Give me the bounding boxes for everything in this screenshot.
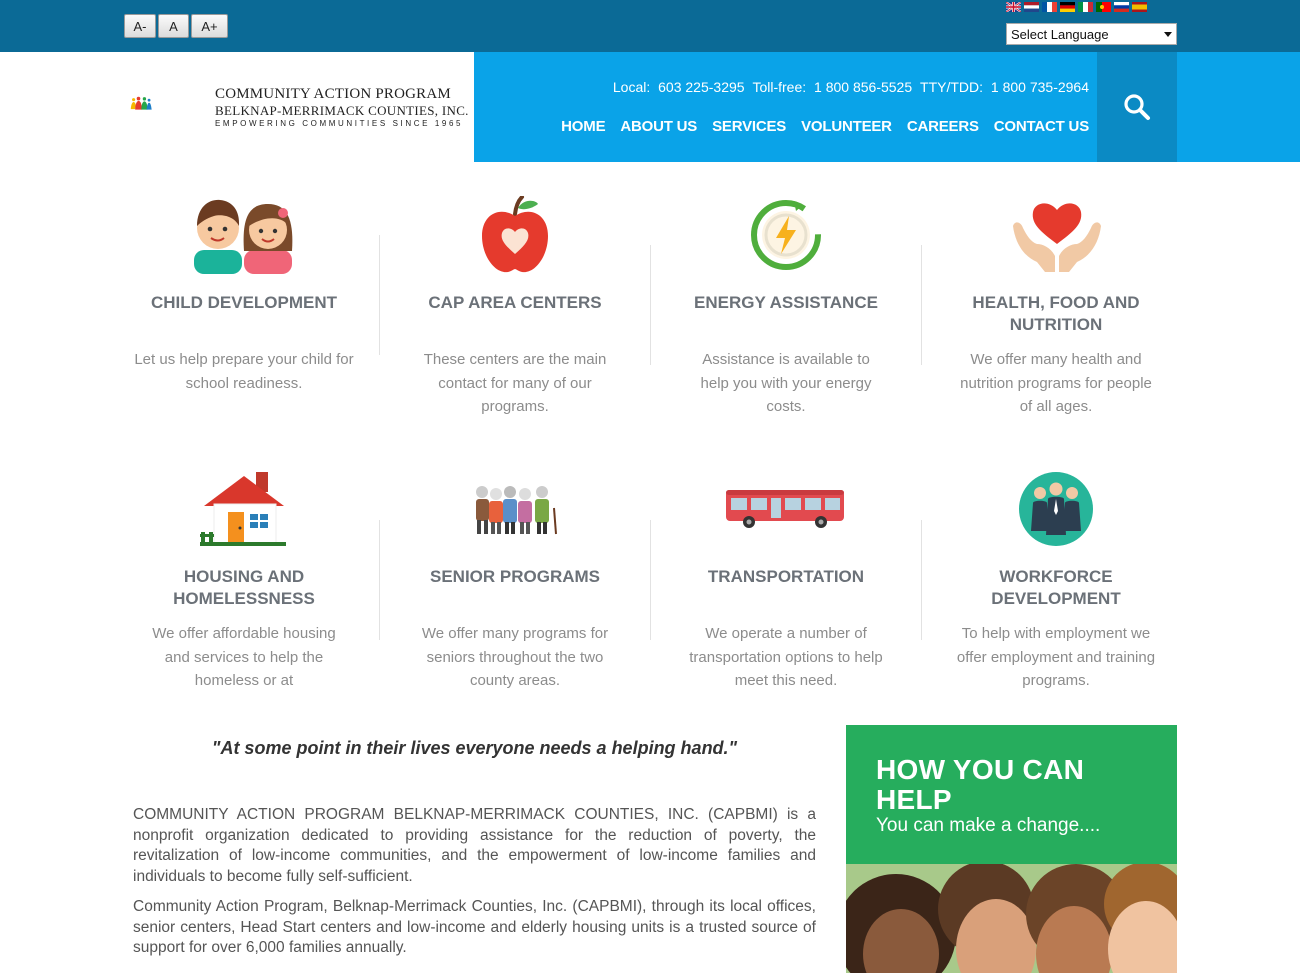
apple-icon[interactable]	[480, 196, 550, 274]
tty-label: TTY/TDD:	[920, 79, 984, 95]
column-divider	[650, 520, 651, 640]
service-description: Let us help prepare your child for schoo…	[134, 351, 354, 392]
column-divider	[379, 235, 380, 355]
logo[interactable]	[130, 74, 215, 134]
nav-careers[interactable]: CAREERS	[907, 118, 979, 135]
normal-font-button[interactable]: A	[158, 14, 189, 38]
logo-line-1: COMMUNITY ACTION PROGRAM	[215, 86, 451, 102]
logo-figures-icon	[130, 96, 152, 110]
nav-services[interactable]: SERVICES	[712, 118, 786, 135]
about-paragraph-2: Community Action Program, Belknap-Merrim…	[133, 898, 816, 956]
column-divider	[921, 245, 922, 365]
column-divider	[379, 520, 380, 640]
local-phone[interactable]: 603 225-3295	[658, 79, 744, 95]
bus-icon[interactable]	[725, 487, 845, 529]
service-description: We offer many programs for seniors throu…	[421, 625, 609, 689]
french-flag[interactable]	[1042, 2, 1057, 12]
heart-hands-icon[interactable]	[1011, 196, 1103, 274]
column-divider	[650, 245, 651, 365]
english-flag[interactable]	[1006, 2, 1021, 12]
about-paragraph-1: COMMUNITY ACTION PROGRAM BELKNAP-MERRIMA…	[133, 806, 816, 885]
service-description: These centers are the main contact for m…	[423, 351, 607, 415]
nav-contact-us[interactable]: CONTACT US	[994, 118, 1089, 135]
nav-volunteer[interactable]: VOLUNTEER	[801, 118, 892, 135]
contact-phones: Local: 603 225-3295 Toll-free: 1 800 856…	[609, 79, 1089, 95]
help-subtitle: You can make a change....	[876, 815, 1101, 836]
tollfree-label: Toll-free:	[752, 79, 807, 95]
main-menu: HOME ABOUT US SERVICES VOLUNTEER CAREERS…	[561, 118, 1089, 135]
nav-about-us[interactable]: ABOUT US	[620, 118, 697, 135]
local-label: Local:	[612, 79, 651, 95]
service-card-transportation[interactable]: TRANSPORTATION We operate a number of tr…	[671, 566, 901, 693]
dropdown-arrow-icon	[1164, 31, 1172, 37]
service-title: HOUSING AND HOMELESSNESS	[173, 567, 315, 608]
service-card-energy-assistance[interactable]: ENERGY ASSISTANCE Assistance is availabl…	[671, 292, 901, 419]
nav-home[interactable]: HOME	[561, 118, 605, 135]
navigation-bar	[474, 52, 1097, 162]
language-select-value: Select Language	[1011, 26, 1109, 42]
how-you-can-help-box[interactable]: HOW YOU CAN HELP You can make a change..…	[846, 725, 1177, 864]
language-select[interactable]: Select Language	[1006, 23, 1177, 45]
service-title: ENERGY ASSISTANCE	[694, 293, 878, 312]
decrease-font-button[interactable]: A-	[124, 14, 156, 38]
service-title: WORKFORCE DEVELOPMENT	[991, 567, 1121, 608]
quote: "At some point in their lives everyone n…	[211, 738, 738, 758]
service-title: CHILD DEVELOPMENT	[150, 293, 338, 312]
children-photo	[846, 864, 1177, 973]
seniors-icon[interactable]	[470, 482, 560, 536]
service-description: We operate a number of transportation op…	[689, 625, 883, 689]
logo-tagline: EMPOWERING COMMUNITIES SINCE 1965	[215, 119, 464, 128]
service-title: TRANSPORTATION	[707, 567, 865, 586]
service-title: SENIOR PROGRAMS	[429, 567, 601, 586]
service-card-health-food-nutrition[interactable]: HEALTH, FOOD AND NUTRITION We offer many…	[941, 292, 1171, 419]
search-icon	[1124, 94, 1150, 120]
italian-flag[interactable]	[1078, 2, 1093, 12]
service-description: To help with employment we offer employm…	[956, 625, 1156, 689]
energy-icon[interactable]	[747, 196, 825, 274]
russian-flag[interactable]	[1114, 2, 1129, 12]
service-description: Assistance is available to help you with…	[700, 351, 872, 415]
service-card-housing[interactable]: HOUSING AND HOMELESSNESS We offer afford…	[129, 566, 359, 693]
dutch-flag[interactable]	[1024, 2, 1039, 12]
service-card-cap-area-centers[interactable]: CAP AREA CENTERS These centers are the m…	[400, 292, 630, 419]
house-icon[interactable]	[200, 470, 288, 548]
service-description: We offer affordable housing and services…	[152, 625, 336, 689]
service-description: We offer many health and nutrition progr…	[960, 351, 1152, 415]
increase-font-button[interactable]: A+	[191, 14, 228, 38]
search-button[interactable]	[1097, 52, 1177, 162]
service-card-workforce[interactable]: WORKFORCE DEVELOPMENT To help with emplo…	[941, 566, 1171, 693]
column-divider	[921, 520, 922, 640]
tollfree-phone[interactable]: 1 800 856-5525	[814, 79, 912, 95]
children-icon[interactable]	[192, 196, 294, 274]
tty-phone[interactable]: 1 800 735-2964	[991, 79, 1089, 95]
logo-line-2: BELKNAP-MERRIMACK COUNTIES, INC.	[215, 103, 469, 118]
nav-bar-extension	[1177, 52, 1300, 162]
service-title: CAP AREA CENTERS	[428, 293, 602, 312]
german-flag[interactable]	[1060, 2, 1075, 12]
language-flags	[1006, 2, 1147, 12]
help-title: HOW YOU CAN HELP	[876, 754, 1085, 815]
service-card-child-development[interactable]: CHILD DEVELOPMENT Let us help prepare yo…	[129, 292, 359, 395]
logo-text[interactable]: COMMUNITY ACTION PROGRAM BELKNAP-MERRIMA…	[215, 86, 469, 130]
service-card-senior-programs[interactable]: SENIOR PROGRAMS We offer many programs f…	[400, 566, 630, 693]
workforce-icon[interactable]	[1018, 471, 1094, 547]
portuguese-flag[interactable]	[1096, 2, 1111, 12]
spanish-flag[interactable]	[1132, 2, 1147, 12]
service-title: HEALTH, FOOD AND NUTRITION	[972, 293, 1140, 334]
